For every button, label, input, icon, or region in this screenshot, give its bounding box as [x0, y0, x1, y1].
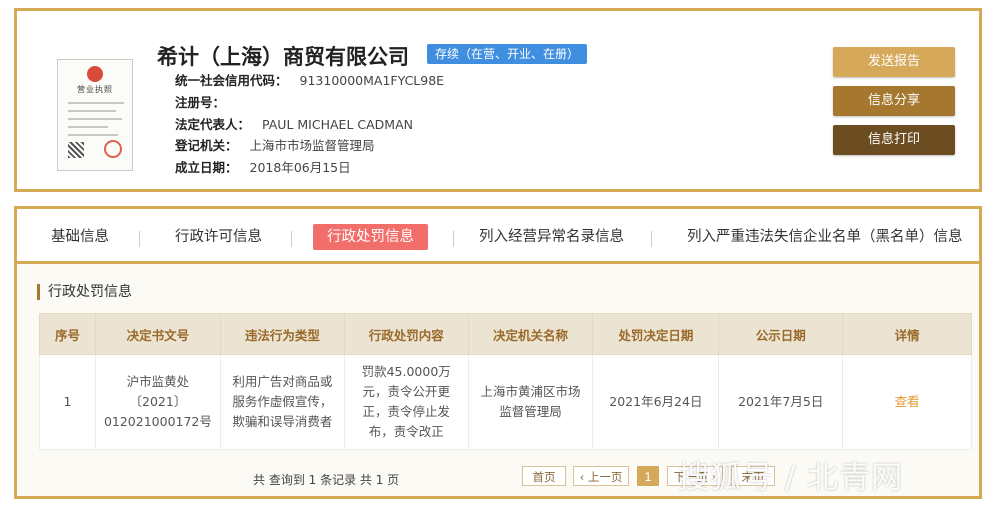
cell-detail: 查看: [842, 354, 972, 450]
info-value: 上海市市场监督管理局: [249, 138, 375, 153]
info-row-authority: 登记机关： 上海市市场监督管理局: [175, 136, 375, 156]
print-info-button[interactable]: 信息打印: [833, 125, 955, 155]
first-page-button[interactable]: 首页: [522, 466, 566, 486]
cell-doc: 沪市监黄处〔2021〕012021000172号: [94, 354, 221, 450]
license-line: [68, 110, 116, 112]
company-name: 希计（上海）商贸有限公司: [157, 45, 409, 69]
info-label: 登记机关：: [175, 138, 238, 153]
cell-content: 罚款45.0000万元，责令公开更正，责令停止发布，责令改正: [343, 354, 469, 450]
info-value: 2018年06月15日: [249, 160, 351, 175]
qr-code-icon: [68, 142, 84, 158]
info-label: 注册号：: [175, 95, 226, 110]
tab-abnormal-operation[interactable]: 列入经营异常名录信息: [479, 224, 624, 250]
company-card: 营业执照 希计（上海）商贸有限公司 存续（在营、开业、在册） 统一社会信用代码：…: [14, 8, 982, 192]
tab-divider: [651, 231, 652, 247]
tab-admin-license[interactable]: 行政许可信息: [175, 224, 262, 250]
prev-page-button[interactable]: ‹ 上一页: [573, 466, 629, 486]
license-line: [68, 102, 124, 104]
license-line: [68, 126, 108, 128]
col-header-detail: 详情: [842, 313, 972, 355]
info-label: 统一社会信用代码：: [175, 73, 288, 88]
license-line: [68, 134, 118, 136]
tab-divider: [453, 231, 454, 247]
cell-authority: 上海市黄浦区市场监督管理局: [467, 354, 594, 450]
cell-publish-date: 2021年7月5日: [718, 354, 844, 450]
section-title: 行政处罚信息: [37, 284, 132, 300]
info-row-credit-code: 统一社会信用代码： 91310000MA1FYCL98E: [175, 71, 444, 91]
tab-divider: [139, 231, 140, 247]
official-seal-icon: [104, 140, 122, 158]
share-info-button[interactable]: 信息分享: [833, 86, 955, 116]
info-value: PAUL MICHAEL CADMAN: [262, 117, 413, 132]
watermark: 搜狐号 / 北青网: [678, 460, 904, 496]
business-license-image[interactable]: 营业执照: [57, 59, 133, 171]
info-row-reg-number: 注册号：: [175, 93, 237, 113]
license-title: 营业执照: [77, 85, 113, 94]
cell-no: 1: [39, 354, 96, 450]
national-emblem-icon: [87, 66, 103, 82]
penalty-table: 序号 决定书文号 违法行为类型 行政处罚内容 决定机关名称 处罚决定日期 公示日…: [39, 313, 972, 450]
info-value: 91310000MA1FYCL98E: [299, 73, 445, 88]
tab-bar: 基础信息 行政许可信息 行政处罚信息 列入经营异常名录信息 列入严重违法失信企业…: [17, 209, 979, 264]
col-header-content: 行政处罚内容: [343, 313, 469, 355]
send-report-button[interactable]: 发送报告: [833, 47, 955, 77]
cell-type: 利用广告对商品或服务作虚假宣传，欺骗和误导消费者: [219, 354, 345, 450]
col-header-decision-date: 处罚决定日期: [592, 313, 720, 355]
table-row: 1 沪市监黄处〔2021〕012021000172号 利用广告对商品或服务作虚假…: [39, 354, 972, 450]
info-label: 法定代表人：: [175, 117, 251, 132]
page-number-current[interactable]: 1: [637, 466, 659, 486]
tab-divider: [291, 231, 292, 247]
cell-decision-date: 2021年6月24日: [592, 354, 720, 450]
tab-basic-info[interactable]: 基础信息: [51, 224, 109, 250]
col-header-no: 序号: [39, 313, 96, 355]
view-detail-link[interactable]: 查看: [895, 394, 920, 409]
info-label: 成立日期：: [175, 160, 238, 175]
col-header-doc: 决定书文号: [94, 313, 221, 355]
col-header-publish-date: 公示日期: [718, 313, 844, 355]
license-line: [68, 118, 122, 120]
table-header-row: 序号 决定书文号 违法行为类型 行政处罚内容 决定机关名称 处罚决定日期 公示日…: [39, 313, 972, 355]
info-row-established: 成立日期： 2018年06月15日: [175, 158, 351, 178]
pagination-summary: 共 查询到 1 条记录 共 1 页: [253, 473, 400, 487]
status-badge: 存续（在营、开业、在册）: [427, 44, 588, 64]
col-header-type: 违法行为类型: [219, 313, 345, 355]
col-header-authority: 决定机关名称: [467, 313, 594, 355]
tab-admin-penalty[interactable]: 行政处罚信息: [313, 224, 428, 250]
tab-blacklist[interactable]: 列入严重违法失信企业名单（黑名单）信息: [687, 224, 963, 250]
info-row-legal-rep: 法定代表人： PAUL MICHAEL CADMAN: [175, 115, 413, 135]
